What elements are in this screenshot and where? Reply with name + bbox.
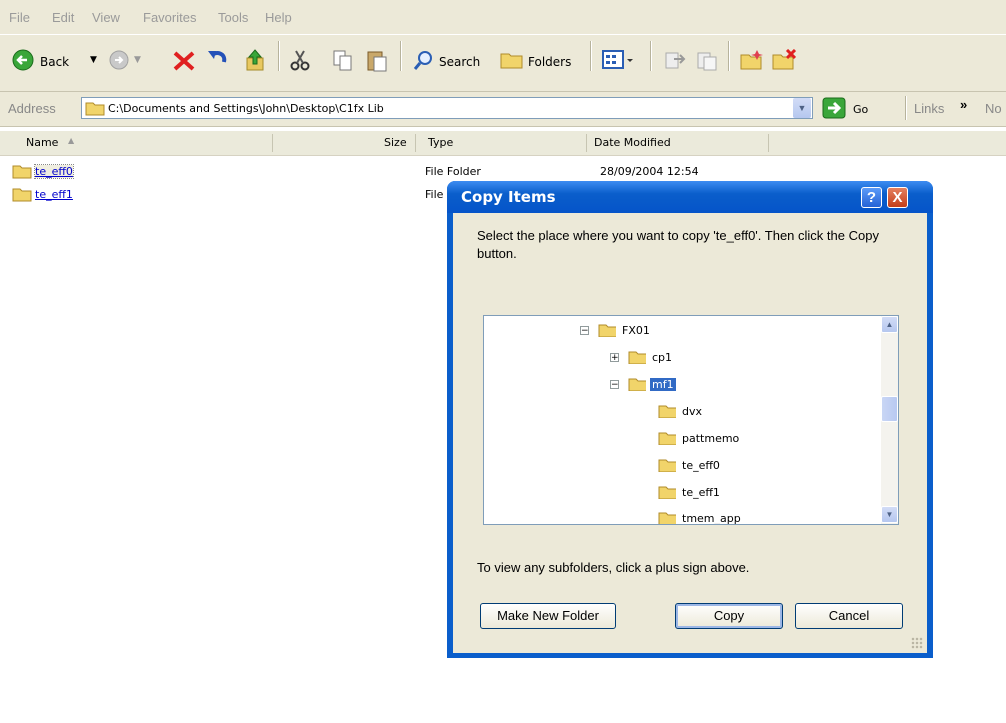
links-label[interactable]: Links <box>914 101 944 116</box>
scroll-thumb[interactable] <box>881 396 898 422</box>
column-header: Name ▲ Size Type Date Modified <box>0 131 1006 156</box>
forward-dropdown-icon[interactable]: ▼ <box>134 55 141 65</box>
expand-icon[interactable]: + <box>610 353 619 363</box>
up-folder-icon[interactable] <box>244 48 266 72</box>
menu-favorites[interactable]: Favorites <box>143 10 196 25</box>
cancel-button[interactable]: Cancel <box>795 603 903 629</box>
copy-items-dialog: Copy Items ? X Select the place where yo… <box>447 181 933 658</box>
file-name[interactable]: te_eff0 <box>34 164 74 179</box>
dialog-instructions: Select the place where you want to copy … <box>477 228 879 261</box>
undo-icon[interactable] <box>206 49 230 71</box>
folder-icon <box>658 405 676 418</box>
folder-icon <box>85 102 105 116</box>
folder-icon <box>12 165 32 179</box>
tree-label[interactable]: te_eff0 <box>680 459 722 472</box>
cut-icon[interactable] <box>289 49 311 71</box>
folders-button-label[interactable]: Folders <box>528 55 571 69</box>
dialog-hint: To view any subfolders, click a plus sig… <box>477 560 750 575</box>
menu-view[interactable]: View <box>92 10 120 25</box>
file-type: File <box>425 188 444 201</box>
resize-grip-icon[interactable] <box>911 637 923 649</box>
tree-label[interactable]: pattmemo <box>680 432 741 445</box>
folder-icon <box>658 486 676 499</box>
close-button[interactable]: X <box>887 187 908 208</box>
menu-edit[interactable]: Edit <box>52 10 74 25</box>
tree-label[interactable]: tmem_app <box>680 512 743 524</box>
file-date: 28/09/2004 12:54 <box>600 165 699 178</box>
tree-scrollbar[interactable]: ▲ ▼ <box>881 316 898 524</box>
scroll-up-icon[interactable]: ▲ <box>881 316 898 333</box>
folder-icon <box>658 432 676 445</box>
copy-button[interactable]: Copy <box>675 603 783 629</box>
tree-label[interactable]: cp1 <box>650 351 674 364</box>
menu-file[interactable]: File <box>9 10 30 25</box>
scroll-down-icon[interactable]: ▼ <box>881 506 898 523</box>
column-name[interactable]: Name <box>26 136 58 149</box>
search-button-label[interactable]: Search <box>439 55 480 69</box>
folder-icon <box>658 512 676 524</box>
address-input[interactable]: C:\Documents and Settings\John\Desktop\C… <box>81 97 813 119</box>
go-arrow-icon[interactable] <box>822 97 846 119</box>
folder-icon <box>658 459 676 472</box>
table-row[interactable]: te_eff0 File Folder 28/09/2004 12:54 <box>12 163 912 181</box>
address-label: Address <box>8 101 56 116</box>
tree-label[interactable]: dvx <box>680 405 704 418</box>
menu-help[interactable]: Help <box>265 10 292 25</box>
forward-arrow-icon[interactable] <box>109 50 129 70</box>
column-size[interactable]: Size <box>384 136 407 149</box>
file-list-pane <box>0 156 272 723</box>
folder-icon <box>628 351 646 364</box>
dialog-titlebar[interactable]: Copy Items ? X <box>447 181 933 213</box>
folders-icon[interactable] <box>500 50 524 70</box>
file-type: File Folder <box>425 165 481 178</box>
column-date-modified[interactable]: Date Modified <box>594 136 671 149</box>
menu-tools[interactable]: Tools <box>218 10 248 25</box>
chevron-right-icon[interactable]: » <box>960 97 967 112</box>
collapse-icon[interactable]: − <box>610 380 619 390</box>
delete-x-icon[interactable] <box>172 50 196 72</box>
address-path: C:\Documents and Settings\John\Desktop\C… <box>108 102 384 115</box>
folder-tree[interactable]: − FX01 + cp1 − mf1 dvx pattmemo te_eff0 … <box>483 315 899 525</box>
toolbar: Back ▼ ▼ Search Folders <box>0 35 1006 92</box>
dialog-body: Select the place where you want to copy … <box>453 213 927 653</box>
sort-ascending-icon: ▲ <box>68 136 75 145</box>
copy-icon[interactable] <box>332 49 354 71</box>
make-new-folder-button[interactable]: Make New Folder <box>480 603 616 629</box>
tree-label[interactable]: mf1 <box>650 378 676 391</box>
back-arrow-icon[interactable] <box>12 49 34 71</box>
address-dropdown-icon[interactable]: ▼ <box>793 98 811 118</box>
back-dropdown-icon[interactable]: ▼ <box>90 55 97 65</box>
new-folder-icon[interactable] <box>740 49 764 71</box>
copy-to-icon[interactable] <box>696 49 718 71</box>
help-button[interactable]: ? <box>861 187 882 208</box>
folder-icon <box>12 188 32 202</box>
tree-label[interactable]: te_eff1 <box>680 486 722 499</box>
tree-label[interactable]: FX01 <box>620 324 652 337</box>
views-icon[interactable] <box>602 49 636 71</box>
move-to-icon[interactable] <box>664 49 686 71</box>
address-bar: Address C:\Documents and Settings\John\D… <box>0 92 1006 127</box>
folder-delete-icon[interactable] <box>772 49 796 71</box>
dialog-title: Copy Items <box>461 188 556 206</box>
folder-icon <box>598 324 616 337</box>
menu-bar: File Edit View Favorites Tools Help <box>0 0 1006 35</box>
go-button-label[interactable]: Go <box>853 103 868 116</box>
open-folder-icon <box>628 378 646 391</box>
back-button-label[interactable]: Back <box>40 55 69 69</box>
column-type[interactable]: Type <box>428 136 453 149</box>
search-icon[interactable] <box>413 49 435 71</box>
paste-icon[interactable] <box>366 48 388 72</box>
file-name[interactable]: te_eff1 <box>35 188 73 201</box>
table-row[interactable]: te_eff1 File <box>12 186 452 204</box>
collapse-icon[interactable]: − <box>580 326 589 336</box>
links-overflow-label[interactable]: No <box>985 101 1002 116</box>
